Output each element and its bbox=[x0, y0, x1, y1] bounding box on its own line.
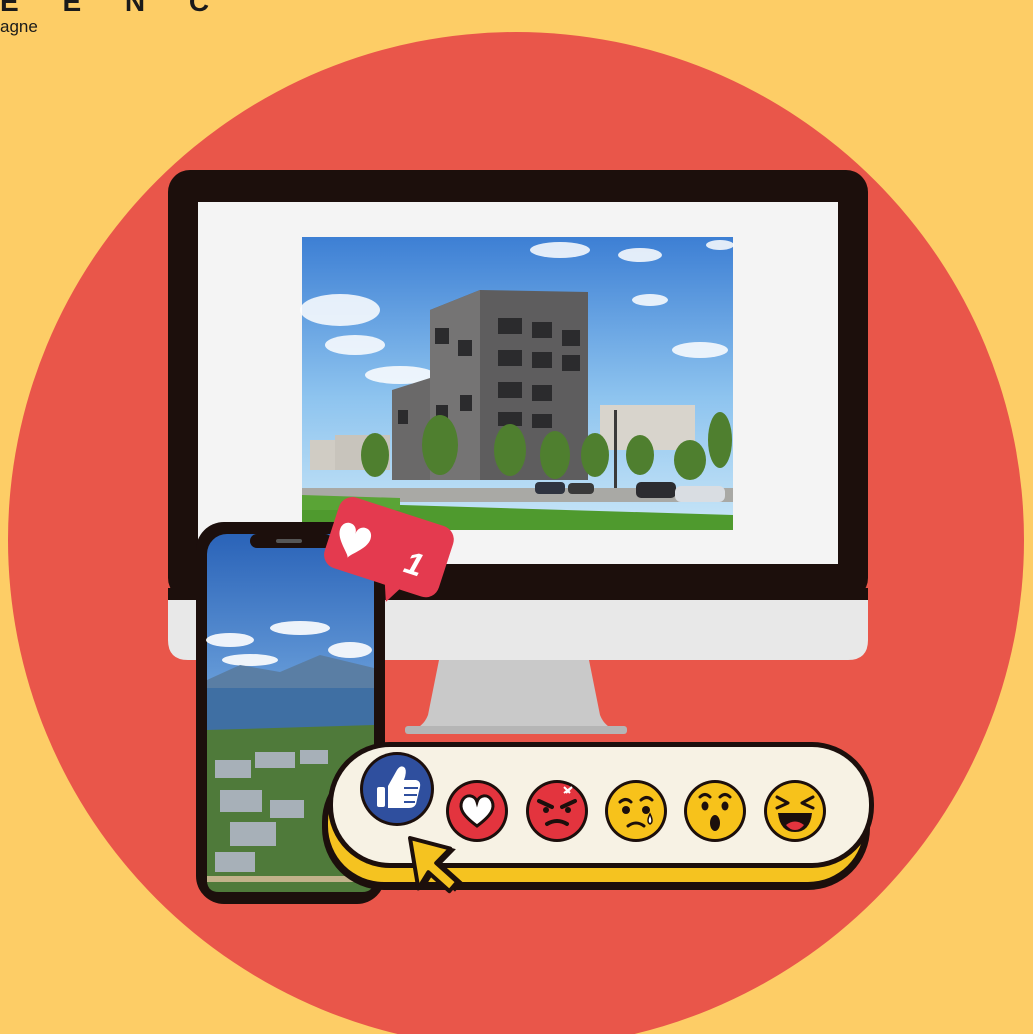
reaction-wow-button[interactable] bbox=[684, 780, 746, 842]
monitor-stand bbox=[410, 655, 618, 730]
illustration: 1 bbox=[8, 32, 1024, 1034]
reaction-haha-button[interactable] bbox=[764, 780, 826, 842]
reaction-sad-button[interactable] bbox=[605, 780, 667, 842]
reaction-like-button[interactable] bbox=[360, 752, 434, 826]
reaction-love-button[interactable] bbox=[446, 780, 508, 842]
building-photo bbox=[300, 237, 734, 530]
reaction-angry-button[interactable] bbox=[526, 780, 588, 842]
